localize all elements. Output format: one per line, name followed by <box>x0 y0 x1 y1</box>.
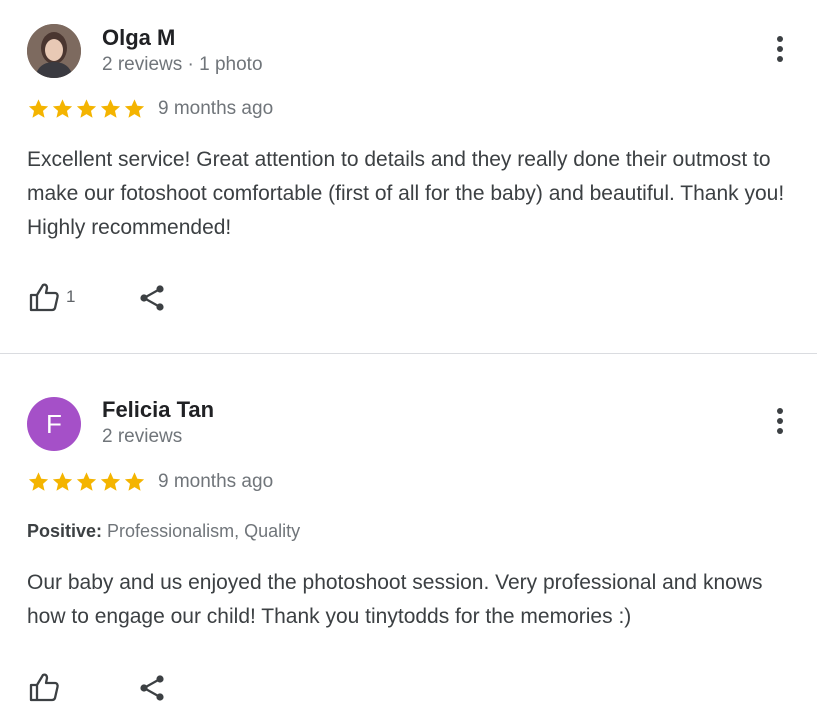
like-button[interactable] <box>28 672 66 702</box>
star-rating <box>27 98 146 120</box>
review-card: Olga M 2 reviews · 1 photo 9 months ago … <box>0 0 817 355</box>
reviewer-meta: 2 reviews <box>102 426 183 447</box>
more-vert-icon <box>777 408 783 434</box>
star-icon <box>28 472 49 491</box>
rating-row: 9 months ago <box>27 471 273 493</box>
review-divider <box>0 353 817 354</box>
reviewer-name[interactable]: Felicia Tan <box>102 397 214 423</box>
rating-row: 9 months ago <box>27 98 273 120</box>
like-count: 1 <box>66 287 76 306</box>
avatar[interactable] <box>27 24 81 78</box>
star-icon <box>76 99 97 118</box>
thumbs-up-icon <box>29 283 59 312</box>
reviewer-meta: 2 reviews · 1 photo <box>102 54 263 75</box>
star-icon <box>76 472 97 491</box>
more-options-button[interactable] <box>770 406 790 436</box>
review-time: 9 months ago <box>158 98 274 119</box>
star-icon <box>100 472 121 491</box>
reviewer-name[interactable]: Olga M <box>102 25 175 51</box>
avatar[interactable]: F <box>27 397 81 451</box>
positive-label: Positive: <box>27 521 103 541</box>
like-button[interactable]: 1 <box>28 282 75 312</box>
positive-values: Professionalism, Quality <box>107 521 301 541</box>
review-text: Our baby and us enjoyed the photoshoot s… <box>27 571 763 628</box>
more-options-button[interactable] <box>770 34 790 64</box>
star-rating <box>27 471 146 493</box>
share-button[interactable] <box>137 673 167 703</box>
star-icon <box>100 99 121 118</box>
star-icon <box>52 472 73 491</box>
star-icon <box>28 99 49 118</box>
positive-attributes: Positive: Professionalism, Quality <box>27 521 300 542</box>
star-icon <box>124 99 145 118</box>
share-button[interactable] <box>137 283 167 313</box>
star-icon <box>52 99 73 118</box>
thumbs-up-icon <box>29 673 59 702</box>
review-time: 9 months ago <box>158 471 274 492</box>
more-vert-icon <box>777 36 783 62</box>
star-icon <box>124 472 145 491</box>
share-icon <box>140 285 164 311</box>
avatar-photo-icon <box>27 24 81 78</box>
review-text: Excellent service! Great attention to de… <box>27 148 785 239</box>
share-icon <box>140 675 164 701</box>
